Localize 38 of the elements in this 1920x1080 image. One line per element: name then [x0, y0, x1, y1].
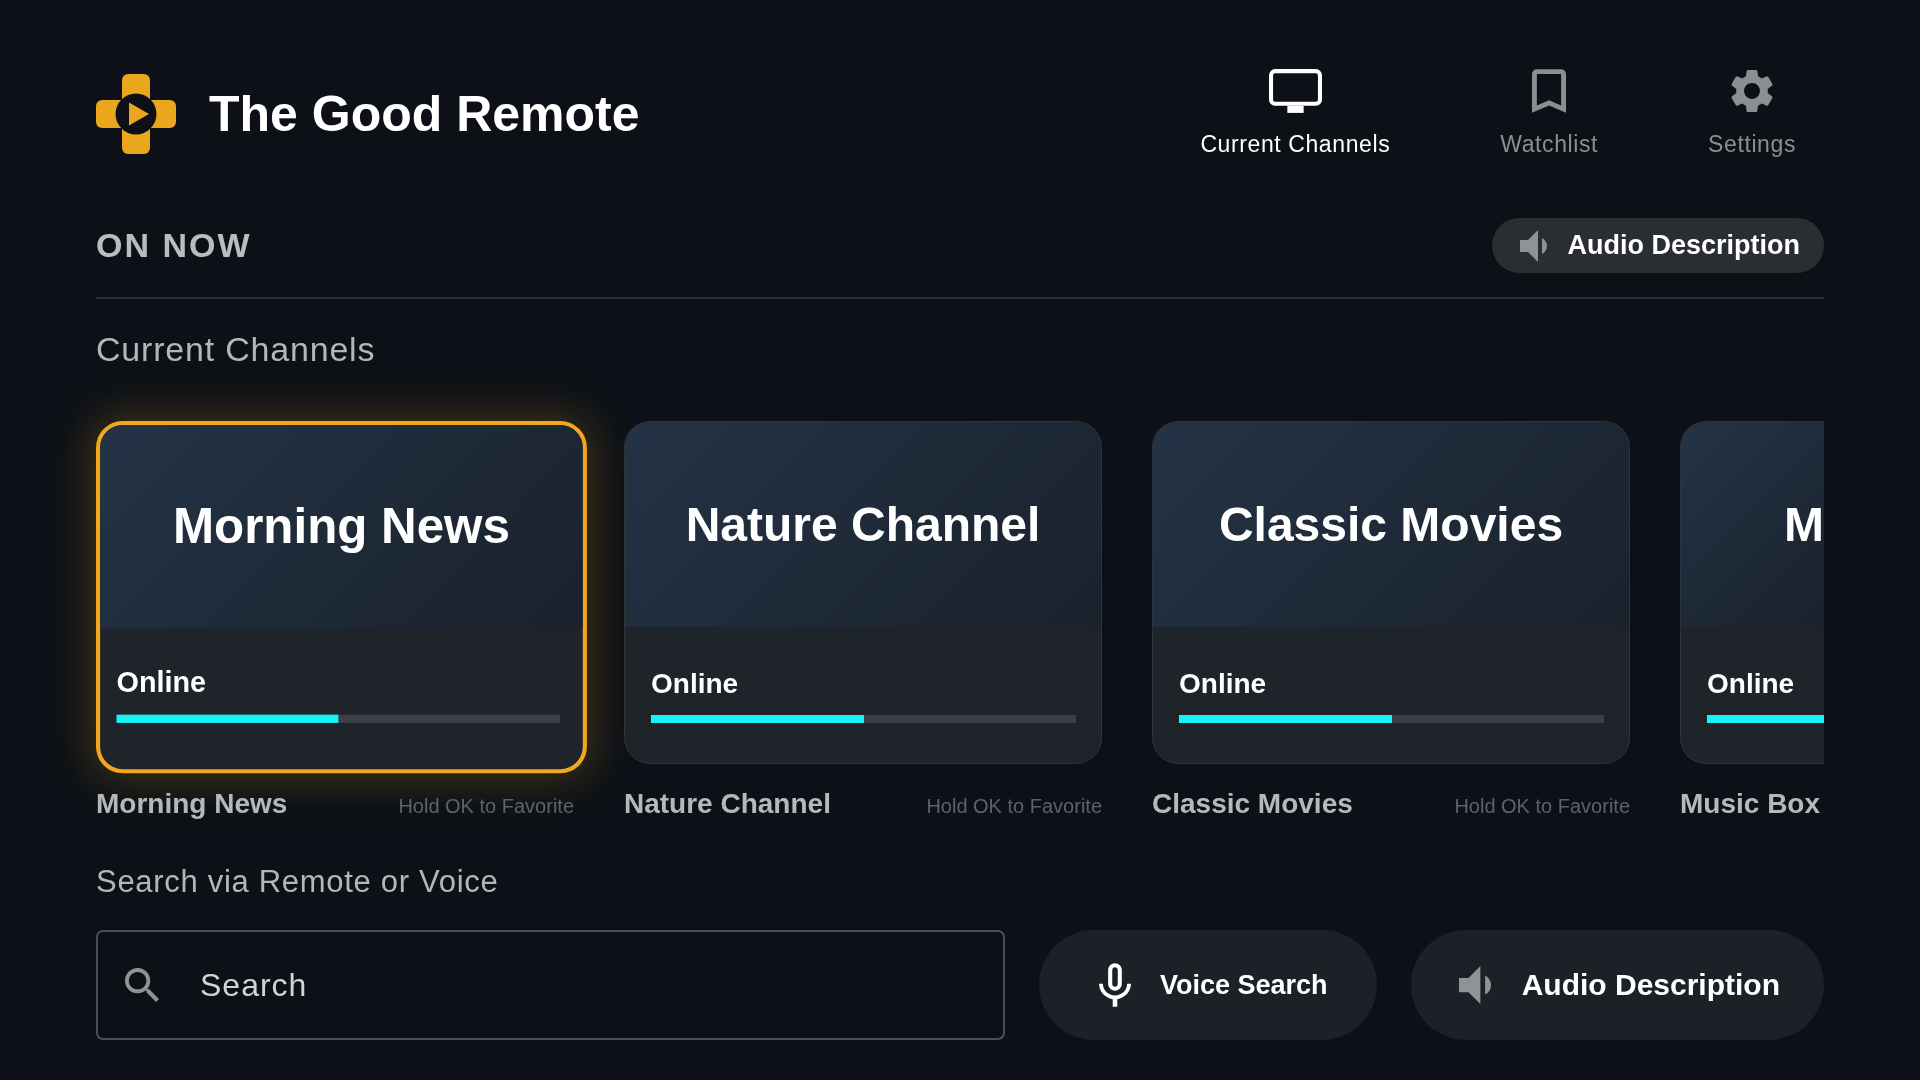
channel-card[interactable]: Classic Movies Online [1152, 421, 1630, 764]
bookmark-icon [1532, 69, 1567, 113]
channel-title: M [1784, 496, 1824, 553]
channel-title: Morning News [173, 498, 510, 556]
channel-name: Classic Movies [1152, 787, 1353, 821]
voice-search-button[interactable]: Voice Search [1039, 930, 1377, 1040]
microphone-icon [1099, 963, 1131, 1007]
audio-description-button[interactable]: Audio Description [1492, 218, 1824, 273]
channel-card[interactable]: Nature Channel Online [624, 421, 1102, 764]
section-heading: Search via Remote or Voice [96, 863, 500, 901]
nav-tab[interactable]: Watchlist [1489, 69, 1610, 158]
channel-name: Morning News [96, 787, 288, 821]
favorite-hint: Hold OK to Favorite [1454, 795, 1630, 818]
channel-card[interactable]: Morning News Online [96, 421, 587, 774]
search-field[interactable]: Search [96, 930, 1005, 1040]
settings-icon [1731, 69, 1774, 113]
speaker-icon [1458, 966, 1491, 1004]
status-label: Online [651, 667, 740, 701]
channel-title: Nature Channel [685, 496, 1041, 553]
nav-tab[interactable]: Settings [1697, 69, 1807, 158]
channel-name: Nature Channel [624, 787, 831, 821]
audio-description-button[interactable]: Audio Description [1410, 930, 1824, 1040]
section-heading: Current Channels [96, 329, 377, 369]
logo-icon [96, 73, 176, 154]
favorite-hint: Hold OK to Favorite [398, 795, 574, 818]
speaker-icon [1520, 229, 1548, 262]
channel-title: Classic Movies [1218, 496, 1564, 553]
channel-card[interactable]: M Online [1680, 421, 1824, 764]
status-label: Online [1707, 667, 1796, 701]
channel-name: Music Box [1680, 787, 1821, 821]
search-icon [125, 968, 159, 1002]
nav-tab[interactable]: Current Channels [1189, 69, 1402, 158]
status-label: Online [1179, 667, 1268, 701]
favorite-hint: Hold OK to Favorite [926, 795, 1102, 818]
status-label: Online [116, 665, 207, 701]
app-title: The Good Remote [209, 84, 640, 144]
tv-icon [1268, 69, 1322, 113]
section-heading: ON NOW [96, 226, 252, 265]
